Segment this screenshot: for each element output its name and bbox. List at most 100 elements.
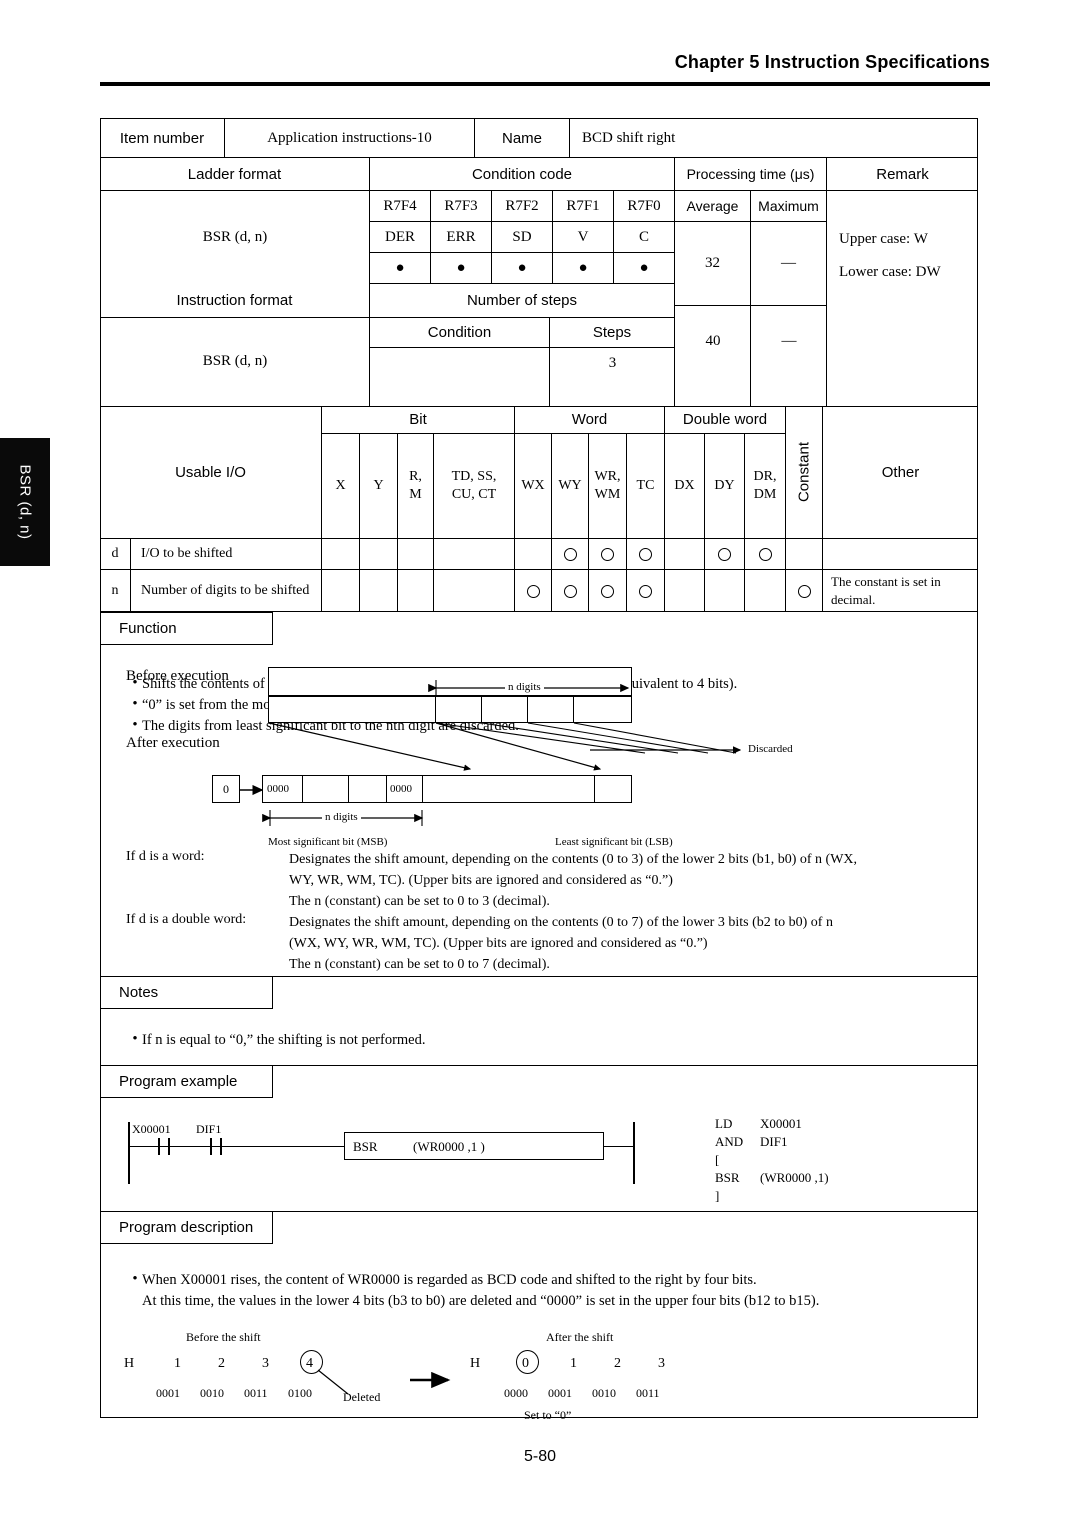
usable-io-mark-icon (639, 547, 652, 561)
lsb-label: Least significant bit (LSB) (555, 836, 673, 848)
after-shift-binary-1: 0001 (548, 1386, 572, 1400)
side-index-tab-label: BSR (d, n) (16, 464, 34, 540)
after-shift-binary-0: 0000 (504, 1386, 528, 1400)
usable-io-n-cell-6 (589, 570, 627, 612)
usable-io-col-2-bottom: M (409, 487, 422, 502)
before-divider-3 (573, 696, 575, 723)
usable-io-d-cell-6 (589, 538, 627, 570)
notes-section-title: Notes (119, 984, 159, 1001)
usable-io-row-d-description: I/O to be shifted (131, 538, 322, 570)
ladder-instruction-box: BSR (WR0000 ,1 ) (344, 1132, 604, 1160)
zero-input-box: 0 (212, 775, 240, 803)
usable-io-n-cell-9 (705, 570, 745, 612)
usable-io-d-cell-8 (665, 538, 705, 570)
usable-io-n-cell-1 (360, 570, 398, 612)
cc-mark-3: ● (553, 253, 614, 284)
set-to-zero-circle-icon (516, 1350, 539, 1374)
instruction-format-value: BSR (d, n) (202, 352, 268, 369)
before-divider-1 (481, 696, 483, 723)
maximum-value-1: — (751, 222, 827, 306)
mnemonic-1-arg: DIF1 (760, 1134, 788, 1149)
ladder-format-value: BSR (d, n) (202, 228, 268, 245)
usable-io-group-bit: Bit (322, 406, 515, 434)
if-word-line-0: Designates the shift amount, depending o… (289, 852, 858, 867)
usable-io-col-9-bottom: DY (714, 478, 735, 493)
after-shift-digit-1: 1 (570, 1356, 577, 1371)
condition-value (370, 348, 550, 406)
usable-io-mark-icon (563, 547, 577, 561)
remark-label: Remark (827, 158, 978, 191)
set-to-zero-annotation: Set to “0” (524, 1408, 572, 1422)
n-digits-top-label: n digits (505, 681, 544, 693)
usable-io-d-cell-other (823, 538, 978, 570)
discarded-label: Discarded (748, 743, 793, 755)
ladder-box-operand: (WR0000 ,1 ) (413, 1139, 485, 1154)
usable-io-d-cell-constant (786, 538, 823, 570)
usable-io-title: Usable I/O (100, 406, 322, 538)
after-divider-4 (594, 775, 596, 803)
usable-io-col-2-top: R, (409, 469, 422, 484)
cc-mark-1: ● (431, 253, 492, 284)
if-double-word-label: If d is a double word: (126, 912, 247, 927)
ladder-contact-1-label: X00001 (132, 1122, 171, 1136)
item-number-label: Item number (100, 118, 225, 158)
before-shift-digit-2: 3 (262, 1356, 269, 1371)
before-shift-binary-2: 0011 (244, 1386, 268, 1400)
usable-io-col-7: TC (627, 434, 665, 538)
after-shift-digit-2: 2 (614, 1356, 621, 1371)
usable-io-n-cell-2 (398, 570, 434, 612)
function-section-tab: Function (100, 612, 273, 645)
usable-io-mark-icon (797, 584, 811, 598)
before-shift-binary-0: 0001 (156, 1386, 180, 1400)
usable-io-d-cell-0 (322, 538, 360, 570)
if-double-word-line-2: The n (constant) can be set to 0 to 7 (d… (289, 957, 550, 972)
average-value-2-cell: 40 (675, 306, 751, 406)
mnemonic-1-op: AND (715, 1134, 744, 1149)
usable-io-d-cell-5 (552, 538, 589, 570)
usable-io-col-9: DY (705, 434, 745, 538)
usable-io-d-cell-4 (515, 538, 552, 570)
after-zeros-right: 0000 (390, 783, 412, 795)
usable-io-group-word: Word (515, 406, 665, 434)
cc-mark-4: ● (614, 253, 675, 284)
after-shift-digit-3: 3 (658, 1356, 665, 1371)
usable-io-mark-icon (526, 584, 540, 598)
instruction-format-label: Instruction format (100, 284, 370, 318)
usable-io-d-cell-9 (705, 538, 745, 570)
after-execution-label: After execution (126, 735, 220, 751)
usable-io-col-5-bottom: WY (558, 478, 582, 493)
mnemonic-0-op: LD (715, 1116, 733, 1131)
before-shift-binary-3: 0100 (288, 1386, 312, 1400)
usable-io-n-cell-5 (552, 570, 589, 612)
after-zeros-left: 0000 (267, 783, 289, 795)
usable-io-n-cell-4 (515, 570, 552, 612)
bullet-icon: • (132, 1271, 138, 1287)
program-description-bullet-1-text: At this time, the values in the lower 4 … (142, 1293, 820, 1309)
usable-io-col-6: WR, WM (589, 434, 627, 538)
after-bar (262, 775, 632, 803)
usable-io-col-10: DR, DM (745, 434, 786, 538)
usable-io-n-cell-other: The constant is set in decimal. (831, 574, 941, 607)
notes-bullet-0: • If n is equal to “0,” the shifting is … (128, 1030, 958, 1051)
name-label: Name (475, 118, 570, 158)
bullet-icon: • (132, 696, 138, 712)
usable-io-d-cell-10 (745, 538, 786, 570)
side-index-tab: BSR (d, n) (0, 438, 50, 566)
cc-reg-1: R7F3 (431, 191, 492, 222)
after-shift-binary-2: 0010 (592, 1386, 616, 1400)
maximum-label: Maximum (751, 191, 827, 222)
usable-io-mark-icon (563, 584, 577, 598)
usable-io-col-4: WX (515, 434, 552, 538)
contact-1-bar-right (168, 1138, 170, 1155)
before-shift-binary-1: 0010 (200, 1386, 224, 1400)
ladder-box-instruction: BSR (353, 1139, 378, 1154)
usable-io-row-d-key: d (100, 538, 131, 570)
notes-bullet-0-text: If n is equal to “0,” the shifting is no… (142, 1032, 426, 1048)
bullet-icon: • (132, 717, 138, 733)
cc-mark-0: ● (370, 253, 431, 284)
usable-io-col-3-top: TD, SS, (451, 469, 497, 484)
page-header-title: Chapter 5 Instruction Specifications (674, 52, 990, 72)
cc-reg-0: R7F4 (370, 191, 431, 222)
usable-io-col-8-bottom: DX (674, 478, 695, 493)
function-section-title: Function (119, 620, 177, 637)
